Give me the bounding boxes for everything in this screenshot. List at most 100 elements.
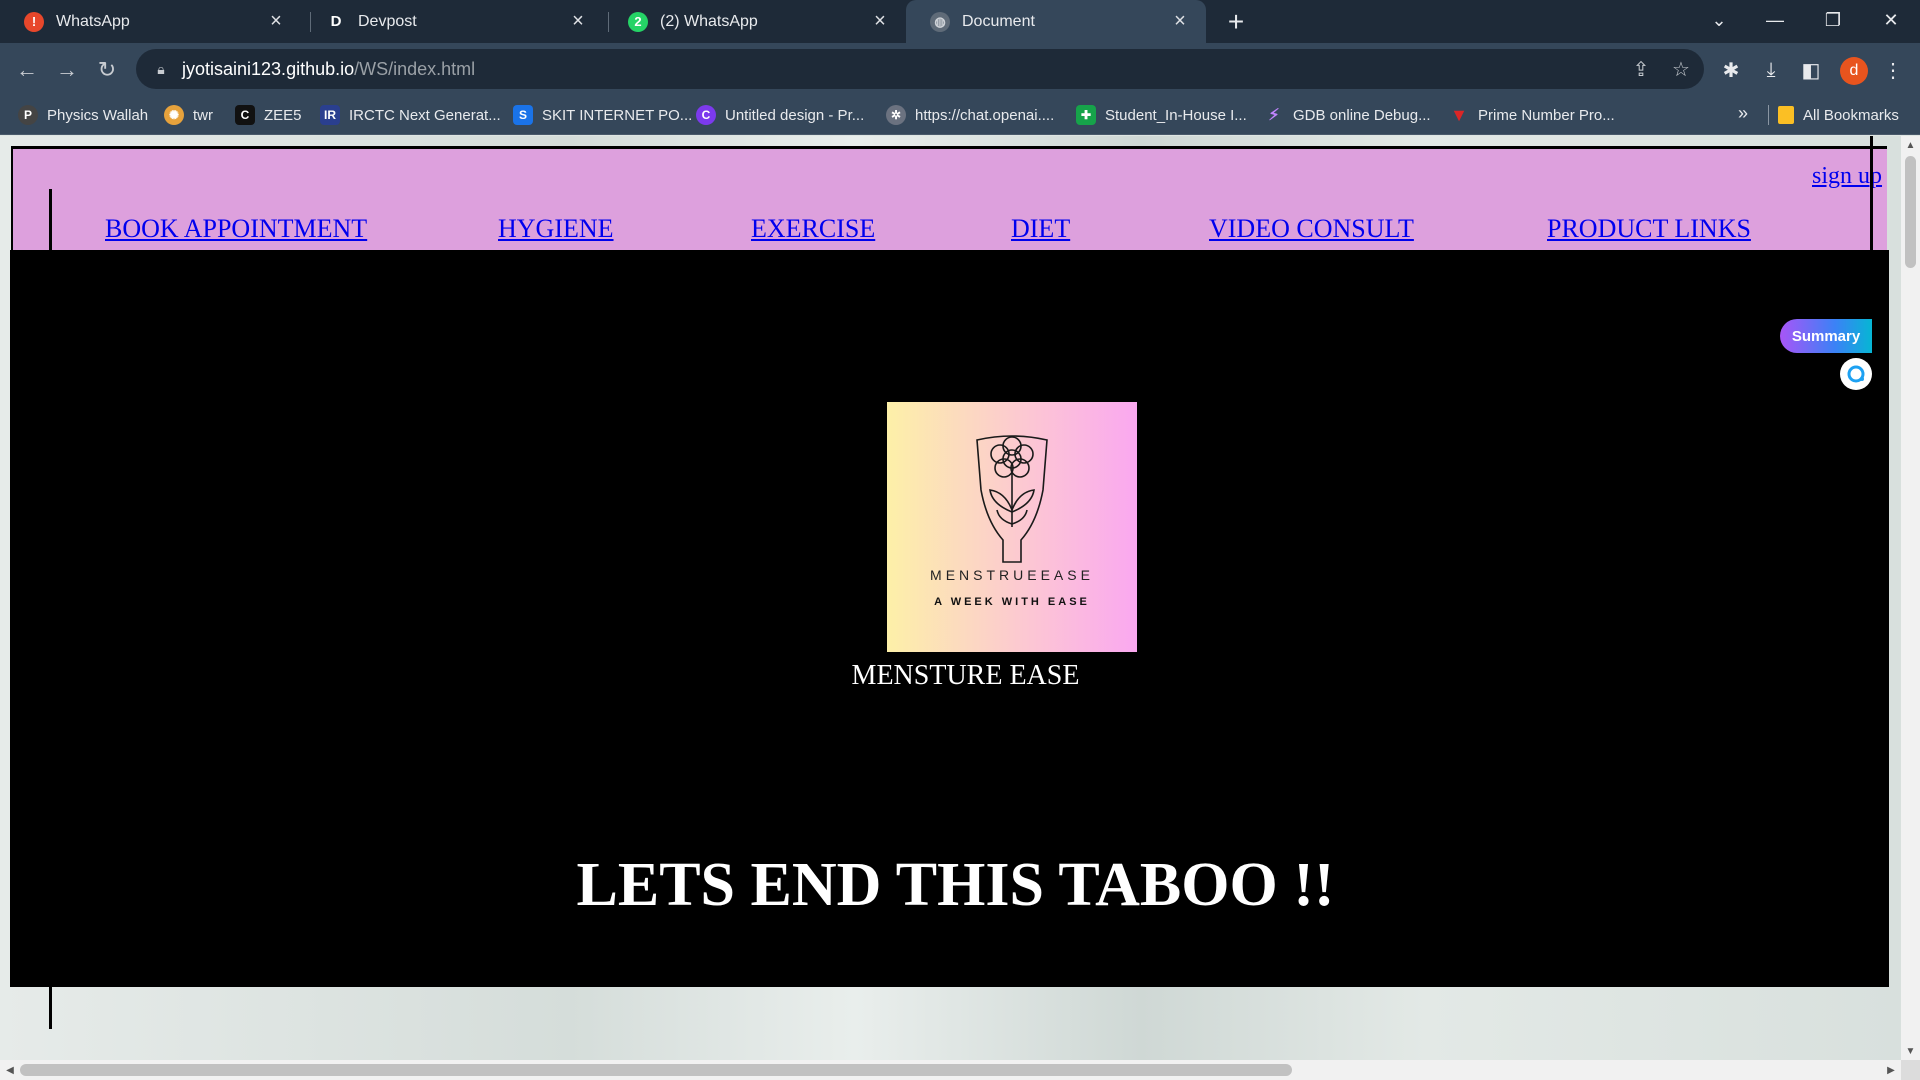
nav-product-links[interactable]: PRODUCT LINKS — [1547, 214, 1751, 244]
skit-icon: S — [513, 105, 533, 125]
bookmark-untitled-design[interactable]: C Untitled design - Pr... — [696, 95, 864, 135]
bookmark-label: https://chat.openai.... — [915, 106, 1055, 124]
folder-icon — [1778, 106, 1794, 124]
reload-icon[interactable]: ↻ — [90, 53, 124, 87]
scroll-right-icon[interactable]: ▶ — [1881, 1060, 1901, 1080]
new-tab-button[interactable]: + — [1220, 6, 1252, 38]
chatgpt-icon: ✲ — [886, 105, 906, 125]
lock-icon[interactable]: 🔒︎ — [152, 60, 170, 78]
whatsapp-icon: 2 — [628, 11, 648, 32]
brand-name: MENSTURE EASE — [851, 660, 1080, 691]
tab-document[interactable]: ◍ Document × — [906, 0, 1206, 43]
tab-whatsapp-2[interactable]: 2 (2) WhatsApp × — [604, 0, 906, 43]
bookmarks-divider — [1768, 105, 1769, 125]
devpost-icon: D — [330, 13, 342, 30]
vertical-scrollbar[interactable]: ▲ ▼ — [1901, 136, 1920, 1060]
bookmark-irctc[interactable]: IR IRCTC Next Generat... — [320, 95, 501, 135]
tab-search-icon[interactable]: ⌄ — [1694, 0, 1744, 40]
site-header: sign up BOOK APPOINTMENT HYGIENE EXERCIS… — [11, 146, 1887, 250]
url-host: jyotisaini123.github.io — [182, 58, 355, 79]
irctc-icon: IR — [320, 105, 340, 125]
profile-avatar[interactable]: d — [1840, 57, 1868, 85]
forward-icon[interactable]: → — [50, 53, 84, 87]
alert-icon: ! — [24, 11, 44, 32]
all-bookmarks-label: All Bookmarks — [1803, 106, 1899, 124]
nav-hygiene[interactable]: HYGIENE — [498, 214, 614, 244]
menstrual-cup-flower-icon — [976, 435, 1048, 563]
bookmark-twr[interactable]: ✺ twr — [164, 95, 213, 135]
close-icon[interactable]: × — [868, 10, 892, 34]
twr-icon: ✺ — [164, 105, 184, 125]
logo-tagline: A WEEK WITH EASE — [934, 596, 1090, 608]
nav-diet[interactable]: DIET — [1011, 214, 1070, 244]
bookmark-label: SKIT INTERNET PO... — [542, 106, 693, 124]
side-panel-icon[interactable]: ◧ — [1798, 57, 1824, 83]
all-bookmarks[interactable]: All Bookmarks — [1778, 95, 1899, 135]
sheets-icon: ✚ — [1076, 105, 1096, 125]
nav-exercise[interactable]: EXERCISE — [751, 214, 875, 244]
download-icon[interactable]: ⤓ — [1758, 57, 1784, 83]
star-icon[interactable]: ☆ — [1670, 58, 1692, 81]
share-icon[interactable]: ⇪ — [1630, 58, 1652, 81]
bookmark-skit[interactable]: S SKIT INTERNET PO... — [513, 95, 692, 135]
extensions-icon[interactable]: ✱ — [1718, 57, 1744, 83]
canva-icon: C — [696, 105, 716, 125]
back-icon[interactable]: ← — [10, 53, 44, 87]
nav-book-appointment[interactable]: BOOK APPOINTMENT — [105, 214, 367, 244]
assistant-extension-icon[interactable] — [1840, 358, 1872, 390]
bookmark-prime-number[interactable]: ▼ Prime Number Pro... — [1449, 95, 1615, 135]
scroll-left-icon[interactable]: ◀ — [0, 1060, 20, 1080]
bookmark-physics-wallah[interactable]: P Physics Wallah — [18, 95, 148, 135]
bookmarks-bar: P Physics Wallah ✺ twr C ZEE5 IR IRCTC N… — [0, 95, 1920, 135]
close-icon[interactable]: × — [566, 10, 590, 34]
brand-logo: MENSTRUEEASE A WEEK WITH EASE — [887, 402, 1137, 652]
bookmarks-overflow-icon[interactable]: » — [1738, 103, 1748, 124]
tab-label: WhatsApp — [56, 12, 130, 30]
bookmark-label: ZEE5 — [264, 106, 302, 124]
logo-wordmark: MENSTRUEEASE — [930, 567, 1094, 583]
page-viewport: sign up BOOK APPOINTMENT HYGIENE EXERCIS… — [0, 136, 1901, 1060]
bookmark-student-in-house[interactable]: ✚ Student_In-House I... — [1076, 95, 1247, 135]
browser-toolbar: ← → ↻ 🔒︎ jyotisaini123.github.io/WS/inde… — [0, 43, 1920, 95]
close-icon[interactable]: × — [264, 10, 288, 34]
bookmark-label: Student_In-House I... — [1105, 106, 1247, 124]
bookmark-label: IRCTC Next Generat... — [349, 106, 501, 124]
tab-label: Document — [962, 12, 1035, 30]
summary-extension-button[interactable]: Summary — [1780, 319, 1872, 353]
vertical-scroll-thumb[interactable] — [1905, 156, 1916, 268]
menu-icon[interactable]: ⋮ — [1880, 57, 1906, 83]
hero-section: MENSTRUEEASE A WEEK WITH EASE MENSTURE E… — [10, 250, 1889, 987]
bookmark-label: GDB online Debug... — [1293, 106, 1431, 124]
bookmark-gdb-online[interactable]: ⚡︎ GDB online Debug... — [1264, 95, 1431, 135]
bookmark-zee5[interactable]: C ZEE5 — [235, 95, 302, 135]
bookmark-label: Physics Wallah — [47, 106, 149, 124]
horizontal-scrollbar[interactable]: ◀ ▶ — [0, 1060, 1901, 1080]
header-divider-left — [49, 189, 52, 250]
address-bar[interactable]: 🔒︎ jyotisaini123.github.io/WS/index.html… — [136, 49, 1704, 89]
scroll-down-icon[interactable]: ▼ — [1901, 1042, 1920, 1060]
scrollbar-corner — [1901, 1060, 1920, 1080]
globe-icon: ◍ — [930, 11, 950, 32]
left-divider-bottom — [49, 987, 52, 1029]
window-close-icon[interactable]: ✕ — [1866, 0, 1916, 40]
zee5-icon: C — [235, 105, 255, 125]
assistant-ring-icon — [1847, 365, 1865, 383]
tab-label: Devpost — [358, 12, 417, 30]
bookmark-label: twr — [193, 106, 213, 124]
minimize-icon[interactable]: — — [1750, 0, 1800, 40]
tab-whatsapp[interactable]: ! WhatsApp × — [0, 0, 302, 43]
scroll-up-icon[interactable]: ▲ — [1901, 136, 1920, 154]
bookmark-label: Prime Number Pro... — [1478, 106, 1615, 124]
physics-wallah-icon: P — [18, 105, 38, 125]
bookmark-chatgpt[interactable]: ✲ https://chat.openai.... — [886, 95, 1054, 135]
prime-number-icon: ▼ — [1450, 104, 1468, 125]
nav-video-consult[interactable]: VIDEO CONSULT — [1209, 214, 1414, 244]
lightning-icon: ⚡︎ — [1268, 107, 1280, 124]
horizontal-scroll-thumb[interactable] — [20, 1064, 1292, 1076]
tab-strip: ! WhatsApp × D Devpost × 2 (2) WhatsApp … — [0, 0, 1920, 43]
close-icon[interactable]: × — [1168, 10, 1192, 34]
bookmark-label: Untitled design - Pr... — [725, 106, 865, 124]
restore-icon[interactable]: ❐ — [1808, 0, 1858, 40]
tab-devpost[interactable]: D Devpost × — [302, 0, 604, 43]
url-path: /WS/index.html — [354, 58, 476, 79]
